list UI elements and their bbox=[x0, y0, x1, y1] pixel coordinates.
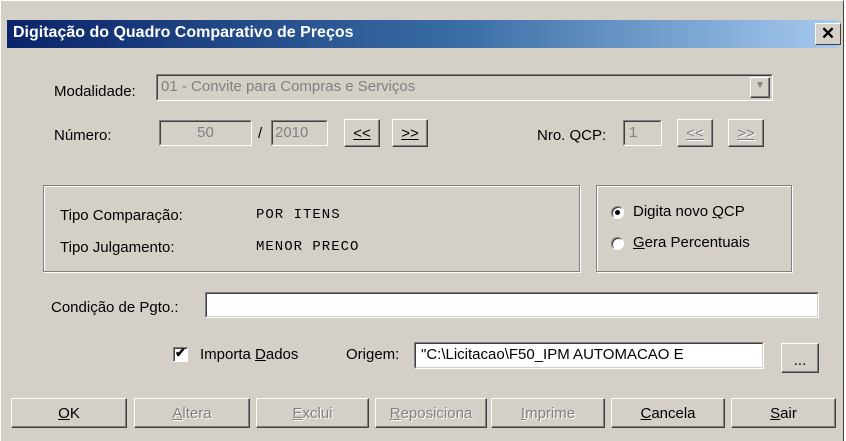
cancela-button[interactable]: Cancela bbox=[611, 398, 725, 428]
condicao-label: Condição de Pgto.: bbox=[51, 299, 179, 316]
browse-button[interactable]: ... bbox=[781, 343, 819, 373]
ano-field[interactable]: 2010 bbox=[271, 120, 328, 146]
radio-digita-label: Digita novo QCP bbox=[633, 203, 745, 220]
ok-button[interactable]: OK bbox=[11, 398, 127, 428]
dialog-window: Digitação do Quadro Comparativo de Preço… bbox=[0, 0, 844, 441]
qcp-prev-button[interactable]: << bbox=[677, 119, 713, 147]
qcp-label: Nro. QCP: bbox=[537, 127, 607, 144]
reposiciona-button-label: Reposiciona bbox=[389, 405, 473, 422]
radio-selected-dot bbox=[615, 210, 620, 215]
modalidade-label: Modalidade: bbox=[54, 83, 136, 100]
numero-prev-label: << bbox=[353, 125, 371, 142]
numero-separator: / bbox=[258, 125, 263, 142]
reposiciona-button[interactable]: Reposiciona bbox=[375, 398, 487, 428]
window-title: Digitação do Quadro Comparativo de Preço… bbox=[13, 24, 354, 41]
qcp-field[interactable]: 1 bbox=[623, 120, 662, 146]
numero-next-label: >> bbox=[401, 125, 419, 142]
close-button[interactable]: ✕ bbox=[815, 23, 841, 45]
tipo-info-group: Tipo Comparação: POR ITENS Tipo Julgamen… bbox=[43, 185, 580, 272]
tipo-julgamento-value: MENOR PRECO bbox=[256, 239, 360, 255]
check-icon: ✔ bbox=[175, 345, 186, 360]
radio-gera-label: Gera Percentuais bbox=[633, 234, 750, 251]
qcp-next-label: >> bbox=[737, 125, 755, 142]
importa-dados-label[interactable]: Importa Dados bbox=[200, 346, 298, 363]
ano-value: 2010 bbox=[275, 124, 309, 141]
tipo-comparacao-label: Tipo Comparação: bbox=[60, 207, 183, 224]
ok-button-label: OK bbox=[58, 405, 80, 422]
importa-dados-checkbox[interactable]: ✔ bbox=[173, 345, 188, 362]
numero-field[interactable]: 50 bbox=[159, 120, 252, 146]
title-bar[interactable]: Digitação do Quadro Comparativo de Preço… bbox=[7, 20, 841, 48]
tipo-comparacao-value: POR ITENS bbox=[256, 207, 341, 223]
exclui-button-label: Exclui bbox=[292, 405, 333, 422]
altera-button[interactable]: Altera bbox=[134, 398, 250, 428]
origem-value: "C:\Licitacao\F50_IPM AUTOMACAO E bbox=[421, 346, 684, 363]
modalidade-select[interactable]: 01 - Convite para Compras e Serviços ▼ bbox=[156, 74, 773, 101]
numero-value: 50 bbox=[197, 124, 214, 141]
modalidade-dropdown-button[interactable]: ▼ bbox=[750, 77, 770, 98]
close-icon: ✕ bbox=[820, 24, 836, 43]
imprime-button-label: Imprime bbox=[520, 405, 576, 422]
exclui-button[interactable]: Exclui bbox=[256, 398, 369, 428]
origem-label: Origem: bbox=[346, 346, 400, 363]
browse-label: ... bbox=[793, 352, 807, 369]
sair-button[interactable]: Sair bbox=[731, 398, 836, 428]
condicao-input[interactable] bbox=[205, 292, 819, 318]
numero-prev-button[interactable]: << bbox=[344, 119, 380, 147]
radio-digita-indicator[interactable] bbox=[611, 206, 624, 219]
sair-button-label: Sair bbox=[770, 405, 797, 422]
radio-gera-indicator[interactable] bbox=[611, 237, 624, 250]
cancela-button-label: Cancela bbox=[640, 405, 696, 422]
imprime-button[interactable]: Imprime bbox=[491, 398, 605, 428]
origem-input[interactable]: "C:\Licitacao\F50_IPM AUTOMACAO E bbox=[414, 342, 764, 369]
numero-label: Número: bbox=[54, 127, 112, 144]
qcp-prev-label: << bbox=[686, 125, 704, 142]
numero-next-button[interactable]: >> bbox=[392, 119, 428, 147]
chevron-down-icon: ▼ bbox=[755, 80, 765, 91]
altera-button-label: Altera bbox=[172, 405, 212, 422]
qcp-next-button[interactable]: >> bbox=[728, 119, 764, 147]
options-group: Digita novo QCP Gera Percentuais bbox=[596, 185, 792, 272]
qcp-value: 1 bbox=[629, 124, 638, 141]
tipo-julgamento-label: Tipo Julgamento: bbox=[60, 239, 175, 256]
modalidade-value: 01 - Convite para Compras e Serviços bbox=[161, 78, 416, 95]
